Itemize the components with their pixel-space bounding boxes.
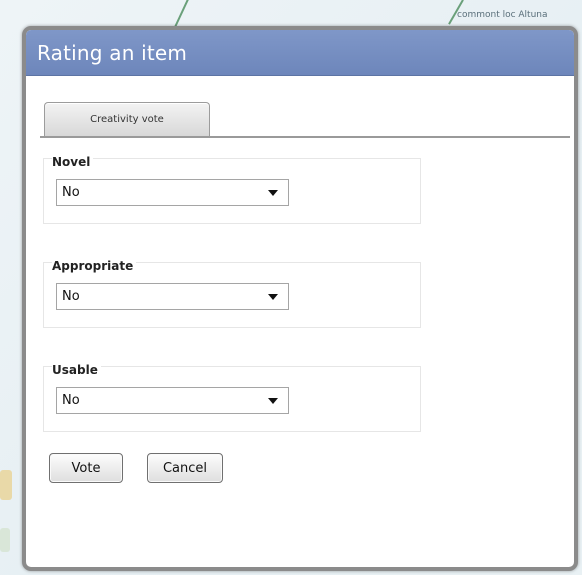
select-appropriate[interactable]: No (56, 283, 289, 310)
chevron-down-icon (268, 398, 278, 404)
select-novel-value: No (62, 185, 80, 200)
select-novel[interactable]: No (56, 179, 289, 206)
dialog-header: Rating an item (26, 30, 574, 76)
dialog-title: Rating an item (37, 40, 188, 65)
fieldset-usable: Usable No (43, 363, 421, 432)
field-label-usable: Usable (52, 363, 101, 377)
vote-button[interactable]: Vote (49, 453, 123, 483)
field-label-appropriate: Appropriate (52, 259, 137, 273)
select-usable[interactable]: No (56, 387, 289, 414)
fieldset-appropriate: Appropriate No (43, 259, 421, 328)
field-label-novel: Novel (52, 155, 94, 169)
tab-creativity-vote[interactable]: Creativity vote (44, 102, 210, 136)
select-appropriate-value: No (62, 289, 80, 304)
fieldset-novel: Novel No (43, 155, 421, 224)
cancel-button[interactable]: Cancel (147, 453, 223, 483)
map-label: commont loc Altuna (457, 10, 548, 20)
map-area (0, 470, 12, 500)
map-road (173, 0, 193, 29)
select-usable-value: No (62, 393, 80, 408)
tab-bar: Creativity vote (40, 100, 570, 138)
chevron-down-icon (268, 294, 278, 300)
chevron-down-icon (268, 190, 278, 196)
map-area (0, 528, 10, 552)
rating-dialog: Rating an item Creativity vote Novel No … (22, 26, 578, 571)
